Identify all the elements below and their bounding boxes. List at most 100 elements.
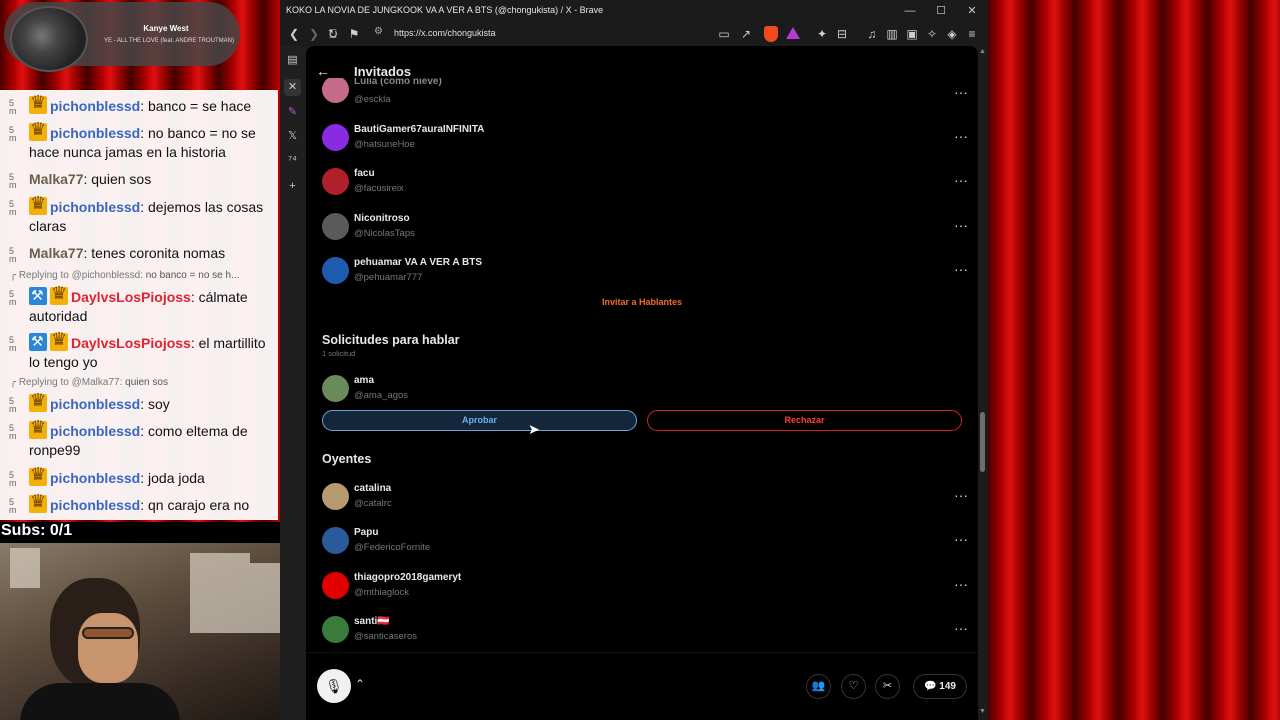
list-item[interactable]: Lulia (como nieve) @esckla ··· <box>322 78 968 110</box>
x-sidebar-icon[interactable]: 𝕏 <box>284 128 301 145</box>
close-window-button[interactable]: ✕ <box>964 3 980 19</box>
menu-icon[interactable]: ≡ <box>964 25 980 43</box>
more-options-icon[interactable]: ··· <box>954 217 968 233</box>
chat-username[interactable]: Malka77 <box>29 245 83 261</box>
reply-count-button[interactable]: 💬 149 <box>913 674 967 699</box>
chat-text: soy <box>148 396 170 412</box>
clip-scissors-icon[interactable]: ✂ <box>875 674 900 699</box>
approve-button[interactable]: Aprobar <box>322 410 637 431</box>
crown-badge-icon <box>29 93 47 114</box>
address-bar[interactable]: ⚙ https://x.com/chongukista <box>368 24 798 44</box>
browser-window: KOKO LA NOVIA DE JUNGKOOK VA A VER A BTS… <box>280 0 988 720</box>
user-handle: @ama_agos <box>354 390 409 401</box>
more-options-icon[interactable]: ··· <box>954 531 968 547</box>
minimize-button[interactable]: — <box>902 3 918 19</box>
chat-text: joda joda <box>148 470 205 486</box>
chat-message: 5 mpichonblessd: qn carajo era no <box>9 492 271 515</box>
space-panel: ← Invitados Lulia (como nieve) @esckla ·… <box>306 46 978 720</box>
bookmark-page-icon[interactable]: ⚑ <box>346 25 362 43</box>
chat-username[interactable]: pichonblessd <box>50 470 140 486</box>
back-arrow-icon[interactable]: ← <box>316 63 330 79</box>
sidebar-toggle-icon[interactable]: ▥ <box>884 25 900 43</box>
message-time: 5 m <box>9 289 17 307</box>
leo-sidebar-icon[interactable]: ✎ <box>284 104 301 121</box>
chat-username[interactable]: pichonblessd <box>50 497 140 513</box>
list-item[interactable]: thiagopro2018gameryt @mthiaglock ··· <box>322 568 968 608</box>
user-handle: @FedericoFornite <box>354 542 431 554</box>
more-options-icon[interactable]: ··· <box>954 261 968 277</box>
scroll-thumb[interactable] <box>980 412 985 472</box>
scroll-down-icon[interactable]: ▼ <box>979 708 986 715</box>
crown-badge-icon <box>29 418 47 439</box>
people-icon[interactable]: 👥 <box>806 674 831 699</box>
chat-username[interactable]: pichonblessd <box>50 396 140 412</box>
cast-icon[interactable]: ▭ <box>716 25 732 43</box>
invite-speakers-link[interactable]: Invitar a Hablantes <box>306 297 978 307</box>
back-icon[interactable]: ❮ <box>286 25 302 43</box>
chat-username[interactable]: pichonblessd <box>50 199 140 215</box>
user-name: ama <box>354 375 375 386</box>
wallet-icon[interactable]: ▣ <box>904 25 920 43</box>
chat-message: 5 mpichonblessd: soy <box>9 391 271 414</box>
share-icon[interactable]: ↗ <box>738 25 754 43</box>
scrollbar[interactable]: ▲ ▼ <box>978 46 988 720</box>
list-item[interactable]: santi🇦🇹 @santicaseros ··· <box>322 612 968 652</box>
listeners-title: Oyentes <box>322 452 372 466</box>
list-item[interactable]: pehuamar VA A VER A BTS @pehuamar777 ··· <box>322 253 968 293</box>
crown-badge-icon <box>50 284 68 305</box>
reload-icon[interactable]: ↻ <box>325 25 341 43</box>
user-handle: @pehuamar777 <box>354 271 423 283</box>
reject-button[interactable]: Rechazar <box>647 410 962 431</box>
more-options-icon[interactable]: ··· <box>954 172 968 188</box>
list-item[interactable]: BautiGamer67auraINFINITA @hatsuneHoe ··· <box>322 120 968 160</box>
extensions-icon[interactable]: ✦ <box>814 25 830 43</box>
message-time: 5 m <box>9 199 17 217</box>
sidebar-panel-icon[interactable]: ▤ <box>284 52 301 69</box>
user-name: facu <box>354 168 375 180</box>
stream-chat: 5 mpichonblessd: banco = se hace5 mpicho… <box>0 90 278 520</box>
reply-quote: quien sos <box>125 377 168 388</box>
user-name: catalina <box>354 483 392 494</box>
chat-username[interactable]: DaylvsLosPiojoss <box>71 289 191 305</box>
brave-rewards-icon[interactable] <box>786 27 800 39</box>
chat-username[interactable]: pichonblessd <box>50 125 140 141</box>
forward-icon[interactable]: ❯ <box>306 25 322 43</box>
tab-search-icon[interactable]: ⊟ <box>834 25 850 43</box>
vpn-icon[interactable]: ◈ <box>944 25 960 43</box>
chevron-up-icon[interactable]: ⌃ <box>355 677 365 691</box>
chat-username[interactable]: Malka77 <box>29 171 83 187</box>
url-text[interactable]: https://x.com/chongukista <box>394 28 496 38</box>
message-time: 5 m <box>9 470 17 488</box>
page-title: Invitados <box>354 64 412 79</box>
user-name: BautiGamer67auraINFINITA <box>354 124 485 135</box>
more-options-icon[interactable]: ··· <box>954 128 968 144</box>
microphone-icon[interactable]: 🎙 <box>317 669 351 703</box>
close-sidebar-icon[interactable]: ✕ <box>284 79 301 96</box>
chat-username[interactable]: DaylvsLosPiojoss <box>71 335 191 351</box>
music-icon[interactable]: ♫ <box>864 25 880 43</box>
more-options-icon[interactable]: ··· <box>954 620 968 636</box>
avatar <box>322 615 349 643</box>
request-row[interactable]: ama @ama_agos <box>322 371 968 411</box>
maximize-button[interactable]: ☐ <box>933 3 949 19</box>
user-handle: @esckla <box>354 94 391 105</box>
brave-shields-icon[interactable] <box>764 26 778 42</box>
chat-message: 5 m Malka77: tenes coronita nomas <box>9 245 226 264</box>
more-options-icon[interactable]: ··· <box>954 576 968 592</box>
list-item[interactable]: facu @facusireix ··· <box>322 164 968 204</box>
chat-username[interactable]: pichonblessd <box>50 423 140 439</box>
app-sidebar-icon[interactable]: ⁷⁴ <box>284 152 301 169</box>
more-options-icon[interactable]: ··· <box>954 487 968 503</box>
scroll-up-icon[interactable]: ▲ <box>979 48 986 55</box>
react-heart-icon[interactable]: ♡ <box>841 674 866 699</box>
chat-username[interactable]: pichonblessd <box>50 98 140 114</box>
list-item[interactable]: Papu @FedericoFornite ··· <box>322 523 968 563</box>
leo-ai-icon[interactable]: ✧ <box>924 25 940 43</box>
user-name: Lulia (como nieve) <box>354 78 442 87</box>
avatar <box>322 571 349 599</box>
site-info-icon[interactable]: ⚙ <box>374 26 383 37</box>
add-sidebar-icon[interactable]: + <box>284 178 301 195</box>
more-options-icon[interactable]: ··· <box>954 84 968 100</box>
list-item[interactable]: Niconitroso @NicolasTaps ··· <box>322 209 968 249</box>
list-item[interactable]: catalina @catalrc ··· <box>322 479 968 519</box>
